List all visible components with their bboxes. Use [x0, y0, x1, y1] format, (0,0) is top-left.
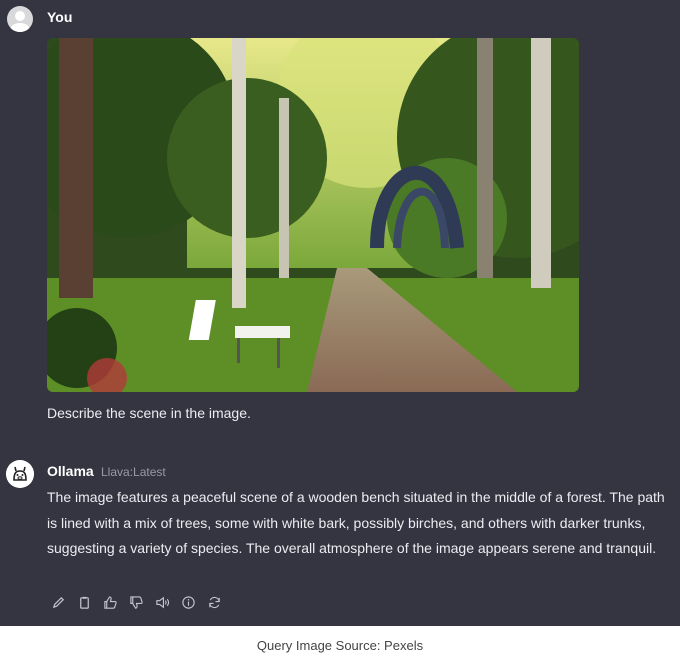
regenerate-icon — [209, 596, 220, 608]
ollama-avatar-icon — [6, 460, 34, 488]
user-message: Describe the scene in the image. — [47, 405, 251, 421]
generation-info-button[interactable] — [179, 593, 198, 611]
assistant-model: Llava:Latest — [101, 465, 166, 479]
assistant-name: Ollama — [47, 463, 94, 479]
clipboard-icon — [80, 596, 89, 609]
thumbs-up-icon — [104, 595, 117, 609]
message-actions — [49, 593, 224, 611]
pencil-icon — [52, 596, 65, 608]
user-name: You — [47, 9, 73, 25]
image-caption: Query Image Source: Pexels — [256, 638, 424, 653]
bad-response-button[interactable] — [127, 593, 146, 611]
assistant-message: The image features a peaceful scene of a… — [47, 489, 665, 556]
read-aloud-button[interactable] — [153, 593, 172, 611]
regenerate-button[interactable] — [205, 593, 224, 611]
chat-panel: You Describe the scene in the image. Oll… — [0, 0, 680, 626]
info-icon — [182, 595, 195, 609]
speaker-icon — [156, 596, 170, 608]
copy-button[interactable] — [75, 593, 94, 611]
uploaded-image[interactable] — [47, 38, 579, 392]
good-response-button[interactable] — [101, 593, 120, 611]
thumbs-down-icon — [130, 595, 143, 609]
edit-button[interactable] — [49, 593, 68, 611]
user-avatar — [7, 6, 33, 32]
